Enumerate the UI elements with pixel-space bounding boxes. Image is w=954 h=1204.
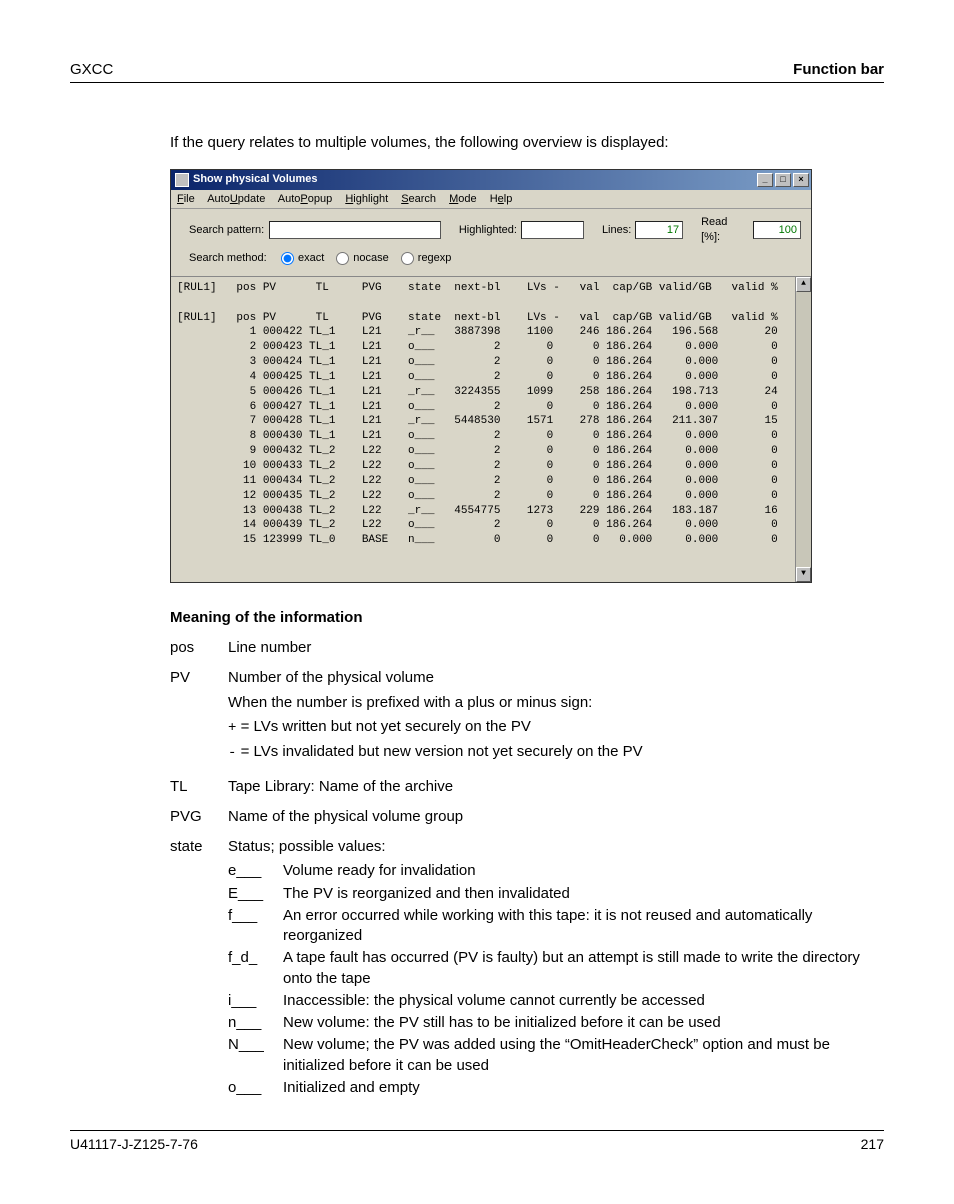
def-body-line: When the number is prefixed with a plus … xyxy=(228,693,884,713)
state-row: E___The PV is reorganized and then inval… xyxy=(228,884,884,904)
state-row: f_d_A tape fault has occurred (PV is fau… xyxy=(228,948,884,989)
state-desc: Initialized and empty xyxy=(283,1078,420,1098)
menu-help[interactable]: Help xyxy=(490,193,513,205)
read-value: 100 xyxy=(753,221,801,239)
scroll-down-icon[interactable]: ▼ xyxy=(796,567,811,582)
state-code: n___ xyxy=(228,1013,283,1033)
text: = LVs invalidated but new version not ye… xyxy=(236,743,642,760)
header-left: GXCC xyxy=(70,60,113,80)
highlighted-label: Highlighted: xyxy=(459,223,517,238)
list-header-2: [RUL1] pos PV TL PVG state next-bl LVs -… xyxy=(177,312,778,324)
def-body-line: - = LVs invalidated but new version not … xyxy=(228,742,884,763)
radio-exact[interactable] xyxy=(281,252,294,265)
state-code: e___ xyxy=(228,861,283,881)
intro-text: If the query relates to multiple volumes… xyxy=(170,133,884,153)
state-row: i___Inaccessible: the physical volume ca… xyxy=(228,991,884,1011)
menu-search[interactable]: Search xyxy=(401,193,436,205)
list-rows: 1 000422 TL_1 L21 _r__ 3887398 1100 246 … xyxy=(177,326,778,546)
def-body-line: Number of the physical volume xyxy=(228,668,884,688)
definitions: pos Line number PV Number of the physica… xyxy=(170,638,884,1100)
def-body-line: Status; possible values: xyxy=(228,837,884,857)
state-row: N___New volume; the PV was added using t… xyxy=(228,1035,884,1076)
maximize-button[interactable]: □ xyxy=(775,173,791,187)
controls-area: Search pattern: Highlighted: Lines: 17 R… xyxy=(171,209,811,276)
menubar: File AutoUpdate AutoPopup Highlight Sear… xyxy=(171,190,811,210)
close-button[interactable]: × xyxy=(793,173,809,187)
def-term: pos xyxy=(170,638,228,658)
radio-regexp-label: regexp xyxy=(418,251,452,266)
def-term: state xyxy=(170,837,228,1100)
def-term: PVG xyxy=(170,807,228,827)
def-state: state Status; possible values: e___Volum… xyxy=(170,837,884,1100)
minimize-button[interactable]: _ xyxy=(757,173,773,187)
state-desc: The PV is reorganized and then invalidat… xyxy=(283,884,570,904)
def-term: PV xyxy=(170,668,228,766)
state-code: i___ xyxy=(228,991,283,1011)
search-pattern-label: Search pattern: xyxy=(189,223,269,238)
scroll-up-icon[interactable]: ▲ xyxy=(796,277,811,292)
app-icon xyxy=(175,173,189,187)
highlighted-input[interactable] xyxy=(521,221,584,239)
def-body: Status; possible values: e___Volume read… xyxy=(228,837,884,1100)
def-body: Tape Library: Name of the archive xyxy=(228,777,884,797)
list-pane: [RUL1] pos PV TL PVG state next-bl LVs -… xyxy=(171,276,811,582)
state-code: E___ xyxy=(228,884,283,904)
def-body: Line number xyxy=(228,638,884,658)
read-label: Read [%]: xyxy=(701,215,749,245)
search-method-label: Search method: xyxy=(189,251,269,266)
state-desc: A tape fault has occurred (PV is faulty)… xyxy=(283,948,884,989)
state-desc: New volume; the PV was added using the “… xyxy=(283,1035,884,1076)
screenshot-window: Show physical Volumes _ □ × File AutoUpd… xyxy=(170,169,812,583)
page-header: GXCC Function bar xyxy=(70,60,884,83)
radio-nocase[interactable] xyxy=(336,252,349,265)
menu-mode[interactable]: Mode xyxy=(449,193,477,205)
state-row: e___Volume ready for invalidation xyxy=(228,861,884,881)
state-code: o___ xyxy=(228,1078,283,1098)
def-body-line: + = LVs written but not yet securely on … xyxy=(228,717,884,738)
titlebar: Show physical Volumes _ □ × xyxy=(171,170,811,190)
text: = LVs written but not yet securely on th… xyxy=(236,718,530,735)
header-right: Function bar xyxy=(793,60,884,80)
page-footer: U41117-J-Z125-7-76 217 xyxy=(70,1130,884,1154)
def-body: Name of the physical volume group xyxy=(228,807,884,827)
state-row: f___An error occurred while working with… xyxy=(228,906,884,947)
radio-exact-label: exact xyxy=(298,251,324,266)
def-body: Number of the physical volume When the n… xyxy=(228,668,884,766)
menu-file[interactable]: File xyxy=(177,193,195,205)
window-title: Show physical Volumes xyxy=(193,172,318,187)
state-desc: Volume ready for invalidation xyxy=(283,861,476,881)
radio-nocase-label: nocase xyxy=(353,251,388,266)
state-row: n___New volume: the PV still has to be i… xyxy=(228,1013,884,1033)
def-pos: pos Line number xyxy=(170,638,884,658)
state-desc: New volume: the PV still has to be initi… xyxy=(283,1013,721,1033)
search-pattern-input[interactable] xyxy=(269,221,441,239)
state-row: o___Initialized and empty xyxy=(228,1078,884,1098)
lines-label: Lines: xyxy=(602,223,631,238)
def-tl: TL Tape Library: Name of the archive xyxy=(170,777,884,797)
state-desc: An error occurred while working with thi… xyxy=(283,906,884,947)
state-values-list: e___Volume ready for invalidationE___The… xyxy=(228,861,884,1098)
scrollbar[interactable]: ▲ ▼ xyxy=(795,277,811,582)
list-header-1: [RUL1] pos PV TL PVG state next-bl LVs -… xyxy=(177,282,778,294)
footer-right: 217 xyxy=(861,1135,884,1154)
def-pvg: PVG Name of the physical volume group xyxy=(170,807,884,827)
def-term: TL xyxy=(170,777,228,797)
state-code: f_d_ xyxy=(228,948,283,989)
footer-left: U41117-J-Z125-7-76 xyxy=(70,1135,198,1154)
state-code: N___ xyxy=(228,1035,283,1076)
state-desc: Inaccessible: the physical volume cannot… xyxy=(283,991,705,1011)
state-code: f___ xyxy=(228,906,283,947)
menu-highlight[interactable]: Highlight xyxy=(345,193,388,205)
radio-regexp[interactable] xyxy=(401,252,414,265)
menu-autoupdate[interactable]: AutoUpdate xyxy=(207,193,265,205)
menu-autopopup[interactable]: AutoPopup xyxy=(278,193,332,205)
lines-value: 17 xyxy=(635,221,683,239)
def-pv: PV Number of the physical volume When th… xyxy=(170,668,884,766)
section-heading: Meaning of the information xyxy=(170,608,884,628)
